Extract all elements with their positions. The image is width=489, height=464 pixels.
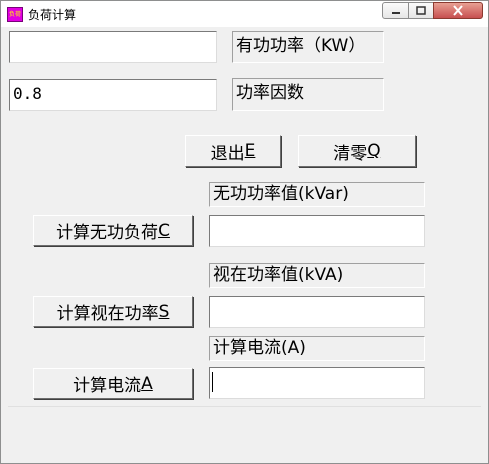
text-caret [212,372,213,392]
apparent-power-input[interactable] [209,296,425,328]
reactive-power-label: 无功功率值(kVar) [209,182,425,207]
calc-apparent-label: 计算视在功率 [56,304,159,324]
minimize-icon [391,11,400,14]
close-button[interactable] [433,2,483,19]
current-label: 计算电流(A) [209,336,425,361]
app-icon[interactable]: 负荷 [7,7,23,22]
power-factor-label: 功率因数 [232,78,384,111]
calc-current-button[interactable]: 计算电流 A [33,368,193,399]
active-power-input[interactable] [9,31,217,63]
maximize-icon [416,5,426,15]
exit-button-accel: E [244,141,256,161]
calc-apparent-power-button[interactable]: 计算视在功率 S [33,296,193,327]
power-factor-input[interactable]: 0.8 [9,79,217,111]
active-power-label: 有功功率（KW） [232,31,384,63]
clear-button-accel: Q [367,141,381,161]
clear-button[interactable]: 清零 Q [298,135,416,167]
exit-button[interactable]: 退出 E [185,135,281,167]
maximize-button[interactable] [408,2,434,19]
close-icon [453,5,463,16]
title-bar[interactable]: 负荷 负荷计算 [1,1,488,27]
apparent-power-label: 视在功率值(kVA) [209,263,425,288]
current-input[interactable] [209,367,425,399]
clear-button-label: 清零 [333,143,368,164]
app-window: 负荷 负荷计算 有功功率（KW） 0.8 功率因数 退出 E 清零 Q 无功功率值(… [0,0,489,464]
calc-reactive-accel: C [158,220,170,241]
calc-apparent-accel: S [158,301,170,322]
calc-reactive-power-button[interactable]: 计算无功负荷 C [33,215,193,246]
reactive-power-input[interactable] [209,215,425,247]
window-title: 负荷计算 [28,8,77,22]
calc-current-accel: A [141,373,153,394]
minimize-button[interactable] [382,2,409,19]
calc-reactive-label: 计算无功负荷 [56,223,159,243]
exit-button-label: 退出 [210,143,245,164]
bottom-strip [8,406,481,457]
calc-current-label: 计算电流 [73,376,142,396]
